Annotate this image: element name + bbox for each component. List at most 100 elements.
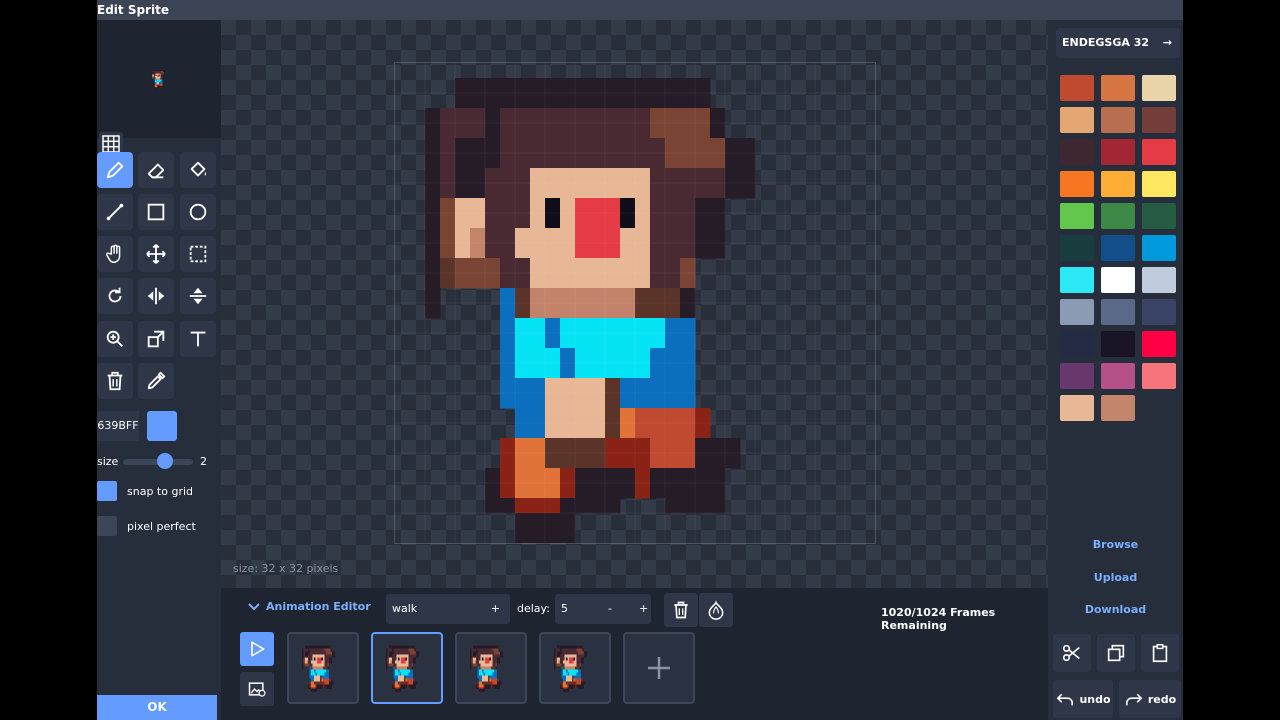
sprite-pixel[interactable]	[665, 318, 681, 334]
sprite-pixel[interactable]	[530, 378, 546, 394]
sprite-pixel[interactable]	[500, 303, 516, 319]
snap-to-grid-checkbox[interactable]	[97, 481, 117, 501]
play-button[interactable]	[240, 632, 274, 666]
sprite-pixel[interactable]	[575, 108, 591, 124]
sprite-pixel[interactable]	[680, 438, 696, 454]
sprite-pixel[interactable]	[650, 258, 666, 274]
sprite-pixel[interactable]	[680, 333, 696, 349]
add-animation-button[interactable]: +	[491, 594, 500, 624]
palette-color-swatch[interactable]	[1060, 203, 1094, 229]
palette-color-swatch[interactable]	[1060, 235, 1094, 261]
sprite-pixel[interactable]	[500, 183, 516, 199]
sprite-pixel[interactable]	[575, 438, 591, 454]
sprite-pixel[interactable]	[560, 333, 576, 349]
sprite-pixel[interactable]	[620, 378, 636, 394]
sprite-pixel[interactable]	[650, 213, 666, 229]
sprite-pixel[interactable]	[680, 303, 696, 319]
sprite-pixel[interactable]	[650, 408, 666, 424]
sprite-pixel[interactable]	[605, 453, 621, 469]
sprite-pixel[interactable]	[515, 393, 531, 409]
sprite-pixel[interactable]	[455, 198, 471, 214]
sprite-pixel[interactable]	[635, 408, 651, 424]
sprite-pixel[interactable]	[485, 108, 501, 124]
zoom-tool-button[interactable]	[97, 321, 133, 357]
pencil-tool-button[interactable]	[97, 152, 133, 188]
sprite-pixel[interactable]	[500, 363, 516, 379]
sprite-pixel[interactable]	[470, 153, 486, 169]
sprite-pixel[interactable]	[440, 138, 456, 154]
sprite-pixel[interactable]	[710, 228, 726, 244]
sprite-pixel[interactable]	[425, 213, 441, 229]
sprite-pixel[interactable]	[575, 318, 591, 334]
sprite-pixel[interactable]	[500, 378, 516, 394]
sprite-pixel[interactable]	[515, 78, 531, 94]
sprite-pixel[interactable]	[500, 168, 516, 184]
sprite-pixel[interactable]	[590, 108, 606, 124]
sprite-pixel[interactable]	[665, 303, 681, 319]
sprite-pixel[interactable]	[470, 78, 486, 94]
sprite-pixel[interactable]	[740, 168, 756, 184]
sprite-pixel[interactable]	[710, 183, 726, 199]
sprite-pixel[interactable]	[680, 348, 696, 364]
sprite-pixel[interactable]	[665, 393, 681, 409]
sprite-pixel[interactable]	[455, 108, 471, 124]
sprite-pixel[interactable]	[665, 378, 681, 394]
sprite-pixel[interactable]	[530, 213, 546, 229]
sprite-pixel[interactable]	[590, 348, 606, 364]
sprite-pixel[interactable]	[590, 93, 606, 109]
sprite-pixel[interactable]	[560, 213, 576, 229]
sprite-pixel[interactable]	[665, 198, 681, 214]
sprite-pixel[interactable]	[650, 168, 666, 184]
sprite-pixel[interactable]	[665, 138, 681, 154]
sprite-pixel[interactable]	[425, 243, 441, 259]
redo-button[interactable]: redo	[1119, 680, 1181, 718]
sprite-pixel[interactable]	[665, 333, 681, 349]
sprite-pixel[interactable]	[635, 423, 651, 439]
sprite-pixel[interactable]	[635, 183, 651, 199]
sprite-pixel[interactable]	[620, 213, 636, 229]
sprite-pixel[interactable]	[515, 108, 531, 124]
sprite-pixel[interactable]	[485, 258, 501, 274]
line-tool-button[interactable]	[97, 194, 133, 230]
sprite-pixel[interactable]	[575, 138, 591, 154]
sprite-pixel[interactable]	[485, 198, 501, 214]
sprite-pixel[interactable]	[635, 318, 651, 334]
sprite-pixel[interactable]	[545, 123, 561, 139]
sprite-pixel[interactable]	[500, 348, 516, 364]
sprite-pixel[interactable]	[590, 243, 606, 259]
sprite-pixel[interactable]	[515, 333, 531, 349]
sprite-pixel[interactable]	[440, 108, 456, 124]
sprite-pixel[interactable]	[665, 228, 681, 244]
sprite-pixel[interactable]	[665, 453, 681, 469]
sprite-pixel[interactable]	[575, 243, 591, 259]
sprite-pixel[interactable]	[425, 183, 441, 199]
sprite-pixel[interactable]	[650, 333, 666, 349]
sprite-pixel[interactable]	[470, 138, 486, 154]
sprite-pixel[interactable]	[605, 228, 621, 244]
sprite-pixel[interactable]	[500, 483, 516, 499]
sprite-pixel[interactable]	[710, 438, 726, 454]
palette-color-swatch[interactable]	[1101, 363, 1135, 389]
sprite-pixel[interactable]	[530, 348, 546, 364]
sprite-pixel[interactable]	[500, 123, 516, 139]
sprite-pixel[interactable]	[605, 498, 621, 514]
sprite-pixel[interactable]	[575, 423, 591, 439]
sprite-pixel[interactable]	[575, 183, 591, 199]
sprite-pixel[interactable]	[605, 108, 621, 124]
resize-tool-button[interactable]	[138, 321, 174, 357]
palette-color-swatch[interactable]	[1142, 75, 1176, 101]
animation-name-select[interactable]: walk +	[386, 594, 510, 624]
sprite-pixel[interactable]	[485, 123, 501, 139]
sprite-pixel[interactable]	[455, 258, 471, 274]
delay-value[interactable]: 5	[561, 594, 568, 624]
sprite-pixel[interactable]	[545, 498, 561, 514]
sprite-pixel[interactable]	[620, 303, 636, 319]
sprite-pixel[interactable]	[560, 228, 576, 244]
sprite-pixel[interactable]	[575, 408, 591, 424]
fill-tool-button[interactable]	[180, 152, 216, 188]
rotate-tool-button[interactable]	[97, 278, 133, 314]
sprite-pixel[interactable]	[620, 108, 636, 124]
sprite-pixel[interactable]	[500, 228, 516, 244]
sprite-pixel[interactable]	[515, 468, 531, 484]
sprite-pixel[interactable]	[530, 273, 546, 289]
